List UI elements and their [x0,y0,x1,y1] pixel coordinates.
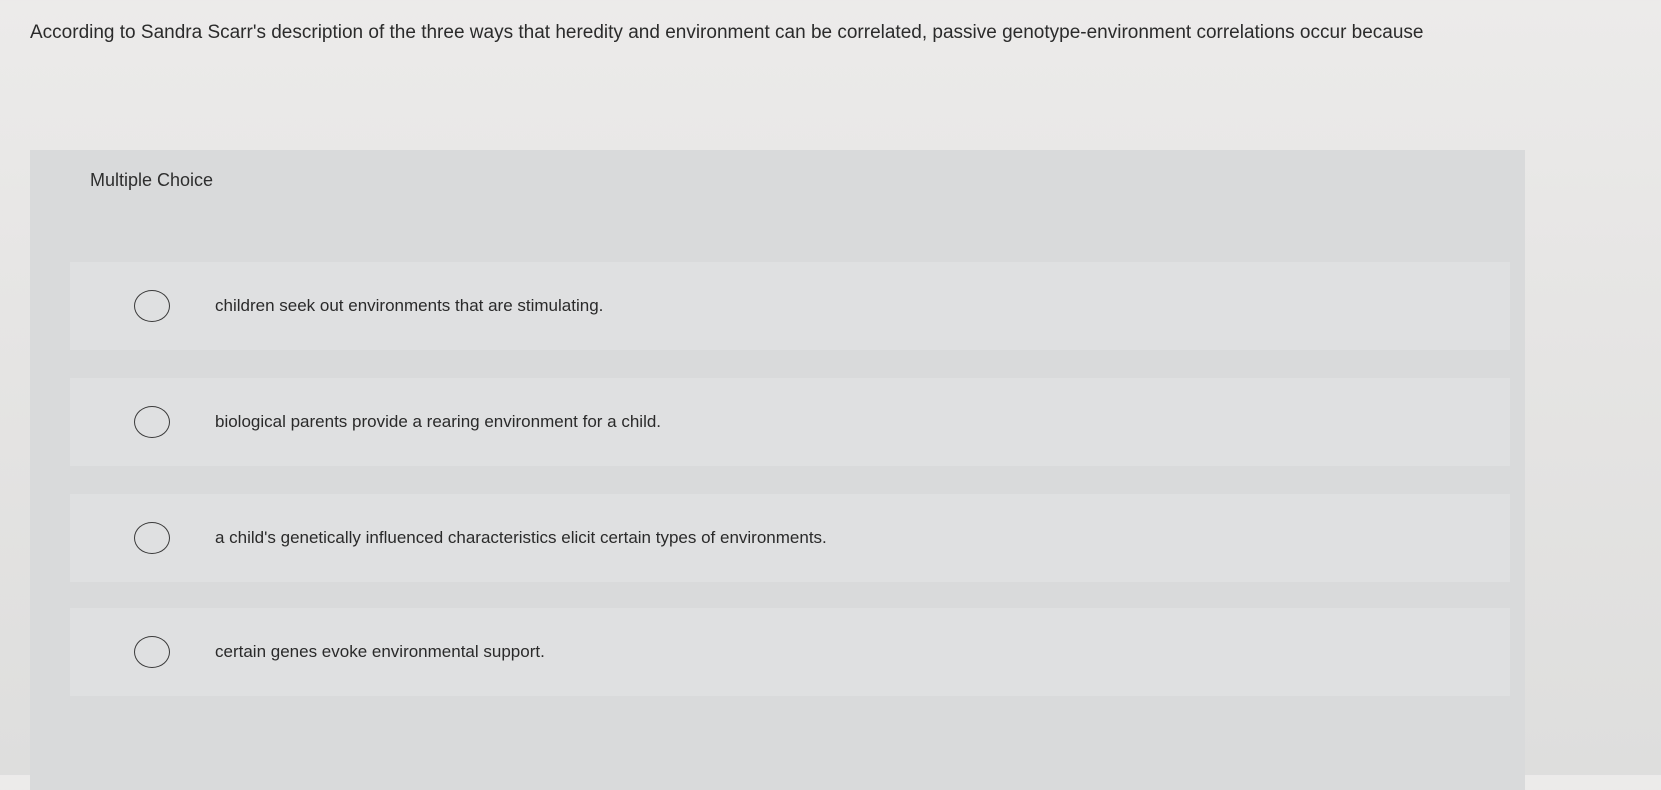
radio-button-icon[interactable] [134,290,170,322]
answer-option-label: certain genes evoke environmental suppor… [215,642,545,661]
answer-option-label: children seek out environments that are … [215,296,604,315]
radio-button-icon[interactable] [134,636,170,668]
question-text: According to Sandra Scarr's description … [30,22,1424,43]
question-type-label: Multiple Choice [90,170,214,190]
radio-button-icon[interactable] [134,522,170,554]
answer-option-label: biological parents provide a rearing env… [215,412,662,431]
answer-option-3[interactable]: a child's genetically influenced charact… [70,494,1510,582]
answer-option-2[interactable]: biological parents provide a rearing env… [70,378,1510,466]
radio-button-icon[interactable] [134,406,170,438]
multiple-choice-card: Multiple Choice children seek out enviro… [30,150,1525,790]
answer-option-4[interactable]: certain genes evoke environmental suppor… [70,608,1510,696]
answer-option-1[interactable]: children seek out environments that are … [70,262,1510,350]
answer-option-label: a child's genetically influenced charact… [215,528,827,547]
